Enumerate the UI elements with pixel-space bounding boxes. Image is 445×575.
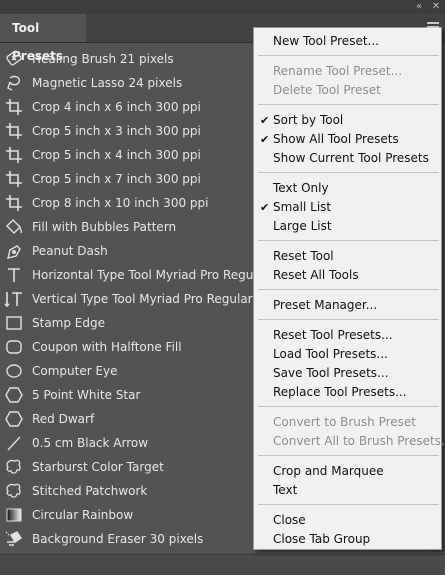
checkmark-icon: ✔ <box>260 114 270 127</box>
preset-label: Circular Rainbow <box>32 508 134 522</box>
pen-icon <box>4 242 24 260</box>
menu-item-small-list[interactable]: ✔ Small List <box>254 198 441 217</box>
ellipse-icon <box>4 362 24 380</box>
preset-label: Crop 5 inch x 7 inch 300 ppi <box>32 172 201 186</box>
crop-icon <box>4 98 24 116</box>
menu-item-large-list[interactable]: Large List <box>254 217 441 236</box>
gradient-icon <box>4 506 24 524</box>
preset-label: Starburst Color Target <box>32 460 164 474</box>
preset-label: Healing Brush 21 pixels <box>32 52 174 66</box>
menu-item-save-tool-presets[interactable]: Save Tool Presets... <box>254 364 441 383</box>
menu-item-text[interactable]: Text <box>254 481 441 500</box>
menu-item-preset-manager[interactable]: Preset Manager... <box>254 296 441 315</box>
menu-item-reset-tool-presets[interactable]: Reset Tool Presets... <box>254 326 441 345</box>
menu-separator <box>258 406 439 407</box>
menu-separator <box>258 455 439 456</box>
paint-bucket-icon <box>4 218 24 236</box>
custom-shape-icon <box>4 458 24 476</box>
menu-separator <box>258 104 439 105</box>
preset-label: Crop 4 inch x 6 inch 300 ppi <box>32 100 201 114</box>
custom-shape-icon <box>4 482 24 500</box>
preset-label: Coupon with Halftone Fill <box>32 340 182 354</box>
preset-label: Background Eraser 30 pixels <box>32 532 204 546</box>
menu-item-convert-to-brush-preset: Convert to Brush Preset <box>273 415 416 429</box>
menu-item-convert-all-to-brush-presets: Convert All to Brush Presets... <box>273 434 445 448</box>
menu-item-sort-by-tool[interactable]: ✔ Sort by Tool <box>254 111 441 130</box>
menu-item-delete-tool-preset: Delete Tool Preset <box>273 83 381 97</box>
crop-icon <box>4 170 24 188</box>
rounded-rectangle-icon <box>4 338 24 356</box>
preset-label: 5 Point White Star <box>32 388 141 402</box>
preset-label: Stamp Edge <box>32 316 105 330</box>
menu-item-show-all-tool-presets[interactable]: ✔ Show All Tool Presets <box>254 130 441 149</box>
checkmark-icon: ✔ <box>260 133 270 146</box>
preset-label: Magnetic Lasso 24 pixels <box>32 76 183 90</box>
menu-separator <box>258 55 439 56</box>
polygon-icon <box>4 386 24 404</box>
menu-item-crop-and-marquee[interactable]: Crop and Marquee <box>254 462 441 481</box>
menu-item-new-tool-preset[interactable]: New Tool Preset... <box>254 32 441 51</box>
menu-separator <box>258 289 439 290</box>
preset-label: Stitched Patchwork <box>32 484 148 498</box>
collapse-panel-icon[interactable]: « <box>412 0 426 14</box>
polygon-icon <box>4 410 24 428</box>
preset-label: Peanut Dash <box>32 244 108 258</box>
panel-menu-icon[interactable] <box>427 22 439 32</box>
menu-separator <box>258 319 439 320</box>
tab-tool-presets[interactable]: Tool Presets <box>0 14 86 63</box>
menu-item-close[interactable]: Close <box>254 511 441 530</box>
menu-item-show-current-tool-presets[interactable]: Show Current Tool Presets <box>254 149 441 168</box>
panel-flyout-menu: New Tool Preset... Rename Tool Preset...… <box>253 27 445 550</box>
crop-icon <box>4 122 24 140</box>
menu-item-text-only[interactable]: Text Only <box>254 179 441 198</box>
horizontal-type-icon <box>4 266 24 284</box>
menu-item-rename-tool-preset: Rename Tool Preset... <box>273 64 403 78</box>
panel-title-bar: « ✕ <box>0 0 445 14</box>
preset-label: Fill with Bubbles Pattern <box>32 220 177 234</box>
menu-separator <box>258 504 439 505</box>
panel-bottom-bar <box>0 554 445 575</box>
preset-label: Crop 5 inch x 4 inch 300 ppi <box>32 148 201 162</box>
menu-item-reset-tool[interactable]: Reset Tool <box>254 247 441 266</box>
line-icon <box>4 434 24 452</box>
preset-label: Crop 8 inch x 10 inch 300 ppi <box>32 196 209 210</box>
menu-separator <box>258 172 439 173</box>
vertical-type-icon <box>4 290 24 308</box>
preset-label: Computer Eye <box>32 364 118 378</box>
preset-label: Vertical Type Tool Myriad Pro Regular 24… <box>32 292 288 306</box>
healing-brush-icon <box>4 50 24 68</box>
checkmark-icon: ✔ <box>260 201 270 214</box>
menu-item-close-tab-group[interactable]: Close Tab Group <box>254 530 441 549</box>
preset-label: Crop 5 inch x 3 inch 300 ppi <box>32 124 201 138</box>
preset-label: Red Dwarf <box>32 412 95 426</box>
background-eraser-icon <box>4 530 24 548</box>
menu-separator <box>258 240 439 241</box>
menu-item-replace-tool-presets[interactable]: Replace Tool Presets... <box>254 383 441 402</box>
menu-item-reset-all-tools[interactable]: Reset All Tools <box>254 266 441 285</box>
preset-label: 0.5 cm Black Arrow <box>32 436 149 450</box>
crop-icon <box>4 194 24 212</box>
close-panel-icon[interactable]: ✕ <box>429 0 443 14</box>
crop-icon <box>4 146 24 164</box>
magnetic-lasso-icon <box>4 74 24 92</box>
menu-item-load-tool-presets[interactable]: Load Tool Presets... <box>254 345 441 364</box>
rectangle-shape-icon <box>4 314 24 332</box>
